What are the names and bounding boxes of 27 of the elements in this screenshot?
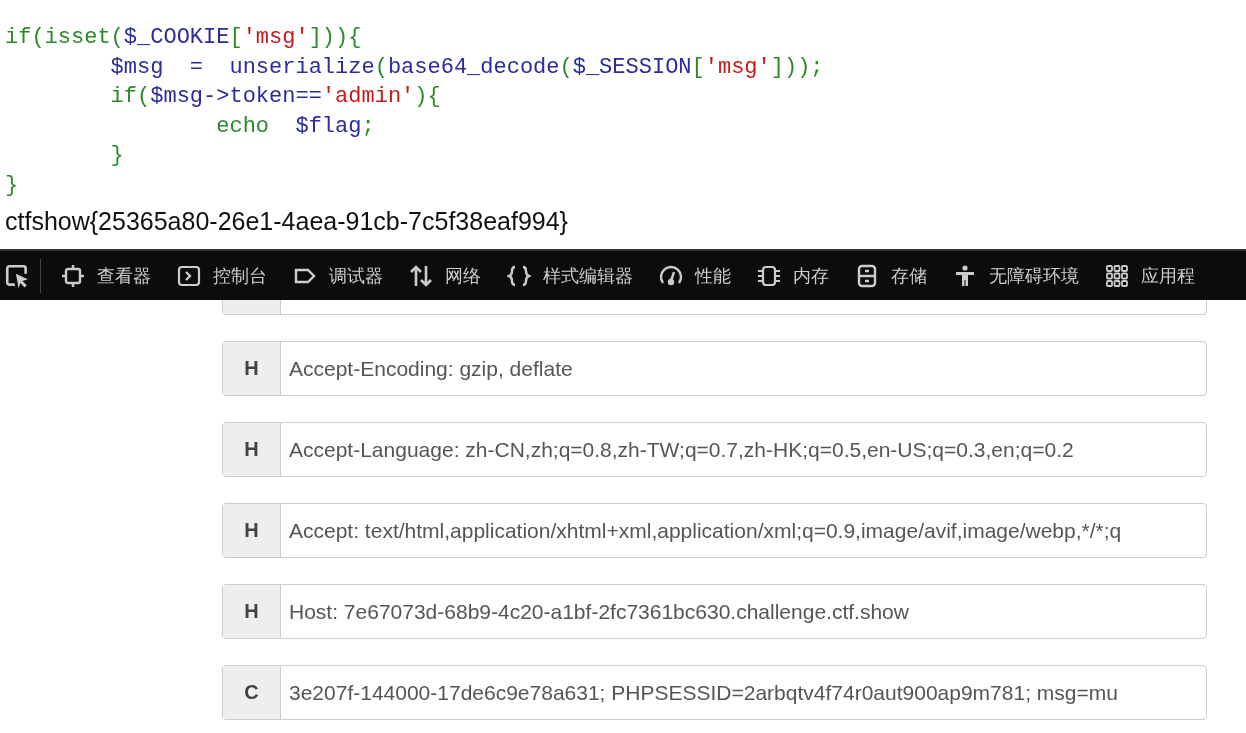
crosshair-icon [61,263,85,288]
flag-text: ctfshow{25365a80-26e1-4aea-91cb-7c5f38eaf994} [4,206,568,237]
code-line: if($msg->token=='admin'){ [109,83,441,111]
code-line: if(isset($_COOKIE['msg'])){ [5,24,362,52]
devtools-tab[interactable]: 无障碍环境 [953,263,1079,288]
devtools-tab[interactable]: 查看器 [61,263,151,288]
grid-icon [1105,263,1129,288]
devtools-tab[interactable]: 内存 [757,263,829,288]
devtools-tab[interactable]: 调试器 [293,263,383,288]
code-line: echo $flag; [215,112,375,141]
gauge-icon [659,263,683,288]
console-icon [177,263,201,288]
devtools-tab[interactable]: 存储 [855,263,927,288]
chip-icon [757,263,781,288]
devtools-tab[interactable]: 样式编辑器 [507,263,633,288]
devtools-tab[interactable]: 控制台 [177,263,267,288]
devtools-tab[interactable]: 网络 [409,263,481,288]
braces-icon [507,263,531,288]
cabinet-icon [855,263,879,288]
code-line: $msg = unserialize(base64_decode($_SESSION['msg'])); [109,53,824,82]
devtools-tab[interactable]: 应用程 [1105,263,1195,288]
code-line: } [5,171,19,200]
element-picker-icon[interactable] [4,262,30,289]
devtools-tab[interactable]: 性能 [659,263,731,288]
person-icon [953,263,977,288]
arrows-icon [409,263,433,288]
code-line: } [109,142,124,170]
